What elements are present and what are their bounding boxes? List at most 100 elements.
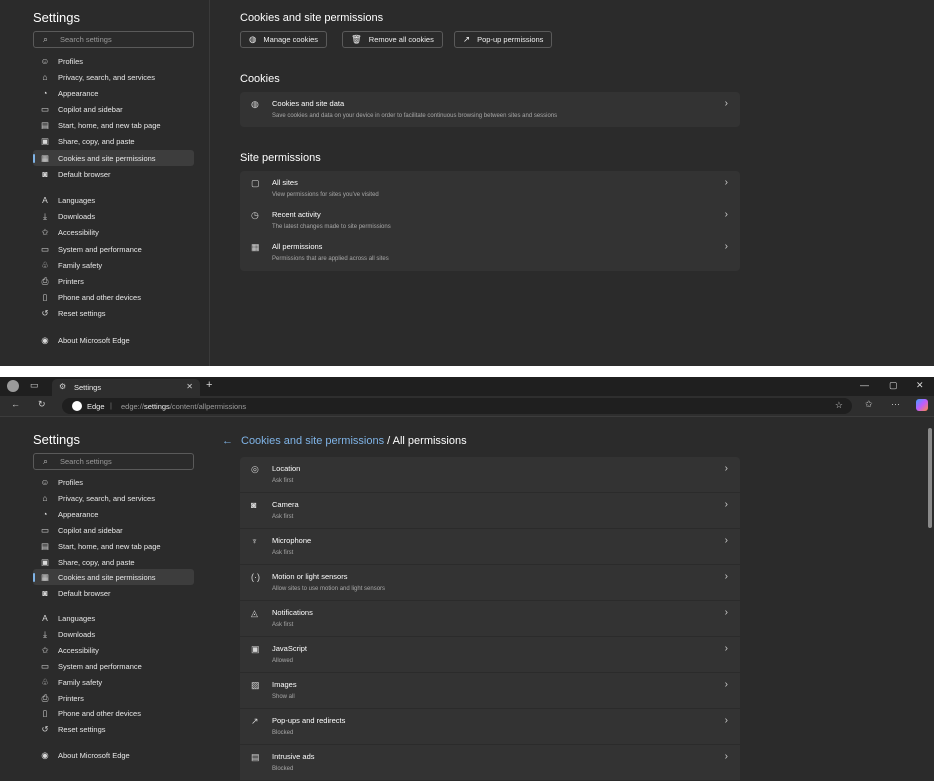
- permission-row-location[interactable]: ◎ Location Ask first ›: [240, 457, 740, 492]
- sidebar-item-accessibility[interactable]: ✩ Accessibility: [33, 642, 194, 658]
- search-box[interactable]: ⌕: [33, 453, 194, 470]
- image-icon: ▨: [251, 680, 260, 690]
- sidebar-item-languages[interactable]: A Languages: [33, 192, 194, 208]
- sidebar-item-phone[interactable]: ▯ Phone and other devices: [33, 289, 194, 305]
- breadcrumb-link[interactable]: Cookies and site permissions: [241, 435, 384, 447]
- row-title: Pop-ups and redirects: [272, 716, 346, 725]
- search-input[interactable]: [60, 455, 190, 468]
- sidebar-item-profiles[interactable]: ☺ Profiles: [33, 474, 194, 490]
- close-window-icon[interactable]: ✕: [916, 380, 924, 391]
- sidebar-item-share[interactable]: ▣ Share, copy, and paste: [33, 554, 194, 570]
- permission-row-intrusive-ads[interactable]: ▤ Intrusive ads Blocked ›: [240, 745, 740, 780]
- sidebar-item-label: Printers: [58, 276, 84, 286]
- sidebar-item-family[interactable]: ♧ Family safety: [33, 257, 194, 273]
- browser-window: ▭ ⚙ Settings ✕ + — ▢ ✕ ← ↻ Edge | edge:/…: [0, 377, 934, 781]
- all-sites-row[interactable]: ▢ All sites View permissions for sites y…: [240, 171, 740, 203]
- sidebar-item-appearance[interactable]: ◔ Appearance: [33, 85, 194, 101]
- sidebar-item-cookies[interactable]: ▦ Cookies and site permissions: [33, 150, 194, 166]
- cookie-icon: ◍: [251, 99, 259, 109]
- row-title: Intrusive ads: [272, 752, 315, 761]
- appearance-icon: ◔: [42, 88, 48, 98]
- favorites-icon[interactable]: ✩: [865, 399, 873, 410]
- sidebar-item-copilot[interactable]: ▭ Copilot and sidebar: [33, 522, 194, 538]
- cookie-permissions-icon: ▦: [40, 571, 50, 582]
- row-subtitle: View permissions for sites you've visite…: [272, 192, 379, 198]
- minimize-icon[interactable]: —: [860, 380, 869, 390]
- accessibility-icon: ✩: [41, 226, 49, 237]
- back-icon[interactable]: ←: [11, 399, 20, 409]
- popup-permissions-button[interactable]: ↗ Pop-up permissions: [454, 31, 553, 48]
- chevron-right-icon: ›: [724, 463, 728, 474]
- sidebar-item-default-browser[interactable]: ◙ Default browser: [33, 585, 194, 601]
- sidebar-item-about[interactable]: ◉ About Microsoft Edge: [33, 332, 194, 348]
- sidebar-item-system[interactable]: ▭ System and performance: [33, 658, 194, 674]
- permission-row-javascript[interactable]: ▣ JavaScript Allowed ›: [240, 637, 740, 672]
- permission-row-sensors[interactable]: (·) Motion or light sensors Allow sites …: [240, 565, 740, 600]
- permission-row-microphone[interactable]: ♆ Microphone Ask first ›: [240, 529, 740, 564]
- sidebar-item-start-home[interactable]: ▤ Start, home, and new tab page: [33, 117, 194, 133]
- sidebar-item-cookies[interactable]: ▦ Cookies and site permissions: [33, 569, 194, 585]
- all-permissions-row[interactable]: ▦ All permissions Permissions that are a…: [240, 235, 740, 267]
- sidebar-item-privacy[interactable]: ⌂ Privacy, search, and services: [33, 69, 194, 85]
- sidebar-item-label: Reset settings: [58, 308, 106, 318]
- sidebar-item-languages[interactable]: A Languages: [33, 610, 194, 626]
- recent-activity-row[interactable]: ◷ Recent activity The latest changes mad…: [240, 203, 740, 235]
- sidebar-item-default-browser[interactable]: ◙ Default browser: [33, 166, 194, 182]
- maximize-icon[interactable]: ▢: [889, 380, 898, 391]
- sidebar-item-about[interactable]: ◉ About Microsoft Edge: [33, 747, 194, 763]
- tab-settings[interactable]: ⚙ Settings ✕: [52, 379, 200, 396]
- address-bar[interactable]: Edge | edge://settings/content/allpermis…: [62, 398, 852, 414]
- sidebar-item-printers[interactable]: ⎙ Printers: [33, 273, 194, 289]
- permission-row-popups[interactable]: ↗ Pop-ups and redirects Blocked ›: [240, 709, 740, 744]
- manage-cookies-button[interactable]: ◍ Manage cookies: [240, 31, 328, 48]
- sidebar-item-downloads[interactable]: ⤓ Downloads: [33, 208, 194, 224]
- tab-actions-icon[interactable]: ▭: [30, 380, 39, 391]
- refresh-icon[interactable]: ↻: [38, 399, 46, 410]
- scrollbar[interactable]: [926, 418, 934, 781]
- sidebar-item-label: Downloads: [58, 211, 96, 221]
- sidebar-item-reset[interactable]: ↺ Reset settings: [33, 721, 194, 737]
- remove-all-cookies-button[interactable]: 🗑 Remove all cookies: [342, 31, 443, 48]
- permission-row-images[interactable]: ▨ Images Show all ›: [240, 673, 740, 708]
- profile-avatar[interactable]: [7, 380, 19, 392]
- sidebar-item-printers[interactable]: ⎙ Printers: [33, 690, 194, 706]
- more-icon[interactable]: ···: [891, 399, 900, 409]
- back-arrow-icon[interactable]: ←: [222, 435, 233, 447]
- sidebar-item-accessibility[interactable]: ✩ Accessibility: [33, 224, 194, 240]
- sidebar-item-share[interactable]: ▣ Share, copy, and paste: [33, 133, 194, 149]
- sidebar-item-appearance[interactable]: ◔ Appearance: [33, 506, 194, 522]
- sidebar-item-system[interactable]: ▭ System and performance: [33, 241, 194, 257]
- settings-sidebar: Settings ⌕ ☺ Profiles ⌂ Privacy, search, a…: [0, 418, 210, 781]
- new-tab-icon[interactable]: +: [206, 379, 212, 391]
- edge-icon: ◉: [41, 334, 49, 345]
- row-subtitle: The latest changes made to site permissi…: [272, 224, 391, 230]
- row-subtitle: Save cookies and data on your device in …: [272, 113, 558, 119]
- cookies-site-data-row[interactable]: ◍ Cookies and site data Save cookies and…: [240, 92, 740, 127]
- search-input[interactable]: [60, 33, 190, 46]
- sidebar-item-profiles[interactable]: ☺ Profiles: [33, 53, 194, 69]
- search-box[interactable]: ⌕: [33, 31, 194, 48]
- sidebar-item-phone[interactable]: ▯ Phone and other devices: [33, 705, 194, 721]
- permission-row-camera[interactable]: ◙ Camera Ask first ›: [240, 493, 740, 528]
- sidebar-item-downloads[interactable]: ⤓ Downloads: [33, 626, 194, 642]
- chevron-right-icon: ›: [724, 499, 728, 510]
- chevron-right-icon: ›: [724, 177, 728, 188]
- row-subtitle: Ask first: [272, 622, 294, 628]
- sidebar-item-family[interactable]: ♧ Family safety: [33, 674, 194, 690]
- search-icon: ⌕: [43, 34, 49, 44]
- copilot-icon[interactable]: [916, 399, 928, 411]
- scrollbar-thumb[interactable]: [928, 428, 932, 528]
- permission-row-notifications[interactable]: ◬ Notifications Ask first ›: [240, 601, 740, 636]
- sidebar-item-copilot[interactable]: ▭ Copilot and sidebar: [33, 101, 194, 117]
- url-text[interactable]: edge://settings/content/allpermissions: [121, 402, 246, 411]
- favorite-star-icon[interactable]: ☆: [835, 400, 843, 411]
- row-subtitle: Allowed: [272, 658, 294, 664]
- sidebar-item-start-home[interactable]: ▤ Start, home, and new tab page: [33, 538, 194, 554]
- sidebar-item-label: Downloads: [58, 629, 96, 639]
- tab-strip: ▭ ⚙ Settings ✕ + — ▢ ✕: [0, 377, 934, 396]
- sidebar-item-reset[interactable]: ↺ Reset settings: [33, 305, 194, 321]
- family-icon: ♧: [41, 676, 49, 687]
- close-tab-icon[interactable]: ✕: [186, 382, 193, 391]
- sidebar-item-privacy[interactable]: ⌂ Privacy, search, and services: [33, 490, 194, 506]
- sidebar-item-label: Start, home, and new tab page: [58, 541, 161, 551]
